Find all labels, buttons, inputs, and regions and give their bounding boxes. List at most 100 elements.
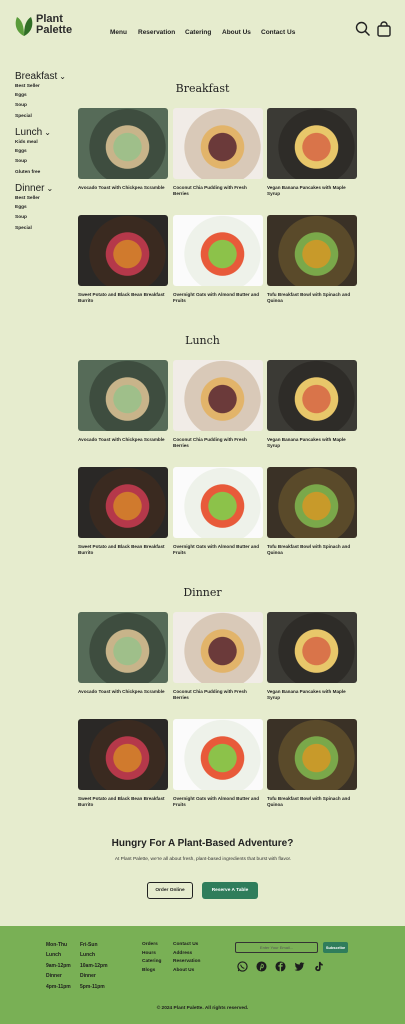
menu-card-caption[interactable]: Avocado Toast with Chickpea Scramble (78, 437, 168, 443)
cta-subtitle: At Plant Palette, we're all about fresh,… (114, 857, 292, 862)
footer-link[interactable]: About Us (173, 967, 200, 976)
menu-card-caption[interactable]: Vegan Banana Pancakes with Maple Syrup (267, 185, 357, 196)
sidebar-heading-dinner[interactable]: Dinner ⌄ (15, 183, 53, 194)
menu-card-image[interactable] (267, 360, 357, 431)
menu-card-image[interactable] (173, 467, 263, 538)
menu-card-image[interactable] (173, 719, 263, 790)
menu-card-image[interactable] (78, 108, 168, 179)
footer-link[interactable]: Catering (142, 958, 161, 967)
sidebar-item[interactable]: Gluten free (15, 170, 40, 175)
search-icon[interactable] (355, 21, 371, 37)
menu-card-caption[interactable]: Coconut Chia Pudding with Fresh Berries (173, 437, 263, 448)
menu-card-caption[interactable]: Overnight Oats with Almond Butter and Fr… (173, 796, 263, 807)
sidebar-item[interactable]: Kids meal (15, 140, 38, 145)
hours-line: 10am-12pm (80, 962, 108, 969)
footer-link[interactable]: Contact Us (173, 941, 200, 950)
chevron-down-icon: ⌄ (59, 72, 66, 81)
sidebar-item[interactable]: Soup (15, 103, 27, 108)
twitter-icon[interactable] (294, 961, 305, 972)
subscribe-button[interactable]: Subscribe (323, 942, 348, 953)
menu-card-caption[interactable]: Coconut Chia Pudding with Fresh Berries (173, 689, 263, 700)
nav-catering[interactable]: Catering (185, 29, 211, 36)
footer-link[interactable]: Reservation (173, 958, 200, 967)
brand-name: Plant Palette (36, 14, 72, 36)
footer-links-col-2: Contact Us Address Reservation About Us (173, 941, 200, 975)
menu-card-image[interactable] (267, 719, 357, 790)
hours-line: 9am-12pm (46, 962, 71, 969)
section-title-dinner: Dinner (183, 586, 222, 599)
sidebar-item[interactable]: Eggs (15, 205, 27, 210)
tiktok-icon[interactable] (313, 961, 324, 972)
menu-card-image[interactable] (78, 360, 168, 431)
menu-card-caption[interactable]: Avocado Toast with Chickpea Scramble (78, 185, 168, 191)
chevron-down-icon: ⌄ (46, 184, 54, 193)
menu-card-image[interactable] (267, 612, 357, 683)
menu-card-caption[interactable]: Overnight Oats with Almond Butter and Fr… (173, 544, 263, 555)
pinterest-icon[interactable] (256, 961, 267, 972)
menu-card-caption[interactable]: Sweet Potato and Black Bean Breakfast Bu… (78, 292, 168, 303)
email-input[interactable]: Enter Your Email... (235, 942, 318, 953)
footer-links-col-1: Orders Hours Catering Blogs (142, 941, 161, 975)
nav-menu[interactable]: Menu (110, 29, 127, 36)
order-online-button[interactable]: Order Online (147, 882, 193, 899)
menu-card-caption[interactable]: Vegan Banana Pancakes with Maple Syrup (267, 689, 357, 700)
sidebar-heading-label: Dinner (15, 183, 45, 194)
menu-card-image[interactable] (267, 108, 357, 179)
menu-card-caption[interactable]: Coconut Chia Pudding with Fresh Berries (173, 185, 263, 196)
menu-card-image[interactable] (267, 467, 357, 538)
nav-contact-us[interactable]: Contact Us (261, 29, 295, 36)
menu-card-image[interactable] (173, 108, 263, 179)
menu-card-image[interactable] (78, 467, 168, 538)
menu-card-caption[interactable]: Tofu Breakfast Bowl with Spinach and Qui… (267, 544, 357, 555)
footer-hours-fri-sun: Fri-Sun Lunch 10am-12pm Dinner 5pm-11pm (80, 940, 108, 992)
sidebar-item[interactable]: Special (15, 114, 32, 119)
whatsapp-icon[interactable] (237, 961, 248, 972)
menu-card-image[interactable] (173, 215, 263, 286)
sidebar-item[interactable]: Soup (15, 159, 27, 164)
shopping-bag-icon[interactable] (376, 21, 392, 37)
chevron-down-icon: ⌄ (44, 128, 51, 137)
sidebar-item[interactable]: Best Seller (15, 196, 40, 201)
footer-link[interactable]: Hours (142, 950, 161, 959)
brand-line-2: Palette (36, 24, 73, 36)
sidebar-item[interactable]: Soup (15, 215, 27, 220)
menu-card-caption[interactable]: Tofu Breakfast Bowl with Spinach and Qui… (267, 796, 357, 807)
nav-reservation[interactable]: Reservation (138, 29, 175, 36)
section-title-breakfast: Breakfast (175, 82, 230, 95)
nav-about-us[interactable]: About Us (222, 29, 251, 36)
menu-card-image[interactable] (78, 215, 168, 286)
hours-heading: Fri-Sun (80, 942, 98, 948)
footer-link[interactable]: Blogs (142, 967, 161, 976)
menu-card-caption[interactable]: Vegan Banana Pancakes with Maple Syrup (267, 437, 357, 448)
facebook-icon[interactable] (275, 961, 286, 972)
footer-hours-mon-thu: Mon-Thu Lunch 9am-12pm Dinner 4pm-11pm (46, 940, 71, 992)
sidebar-heading-breakfast[interactable]: Breakfast ⌄ (15, 71, 66, 82)
sidebar-heading-label: Breakfast (15, 71, 58, 82)
menu-card-caption[interactable]: Tofu Breakfast Bowl with Spinach and Qui… (267, 292, 357, 303)
menu-card-image[interactable] (267, 215, 357, 286)
sidebar-item[interactable]: Special (15, 226, 32, 231)
sidebar-heading-lunch[interactable]: Lunch ⌄ (15, 127, 51, 138)
reserve-table-button[interactable]: Reserve A Table (202, 882, 258, 899)
menu-card-image[interactable] (78, 719, 168, 790)
leaf-logo-icon (15, 17, 33, 36)
menu-card-caption[interactable]: Sweet Potato and Black Bean Breakfast Bu… (78, 796, 168, 807)
footer-link[interactable]: Orders (142, 941, 161, 950)
menu-card-caption[interactable]: Sweet Potato and Black Bean Breakfast Bu… (78, 544, 168, 555)
copyright: © 2024 Plant Palette. All rights reserve… (156, 1006, 249, 1011)
brand-logo[interactable]: Plant Palette (14, 14, 84, 40)
cta-title: Hungry For A Plant-Based Adventure? (111, 838, 294, 849)
sidebar-heading-label: Lunch (15, 127, 43, 138)
hours-heading: Mon-Thu (46, 942, 68, 948)
menu-card-image[interactable] (78, 612, 168, 683)
menu-card-caption[interactable]: Overnight Oats with Almond Butter and Fr… (173, 292, 263, 303)
hours-line: Lunch (80, 952, 95, 959)
menu-card-caption[interactable]: Avocado Toast with Chickpea Scramble (78, 689, 168, 695)
menu-card-image[interactable] (173, 612, 263, 683)
footer-link[interactable]: Address (173, 950, 200, 959)
hours-line: 5pm-11pm (80, 983, 105, 990)
hours-line: Lunch (46, 952, 61, 959)
menu-card-image[interactable] (173, 360, 263, 431)
hours-line: Dinner (46, 973, 62, 980)
sidebar-item[interactable]: Eggs (15, 149, 27, 154)
